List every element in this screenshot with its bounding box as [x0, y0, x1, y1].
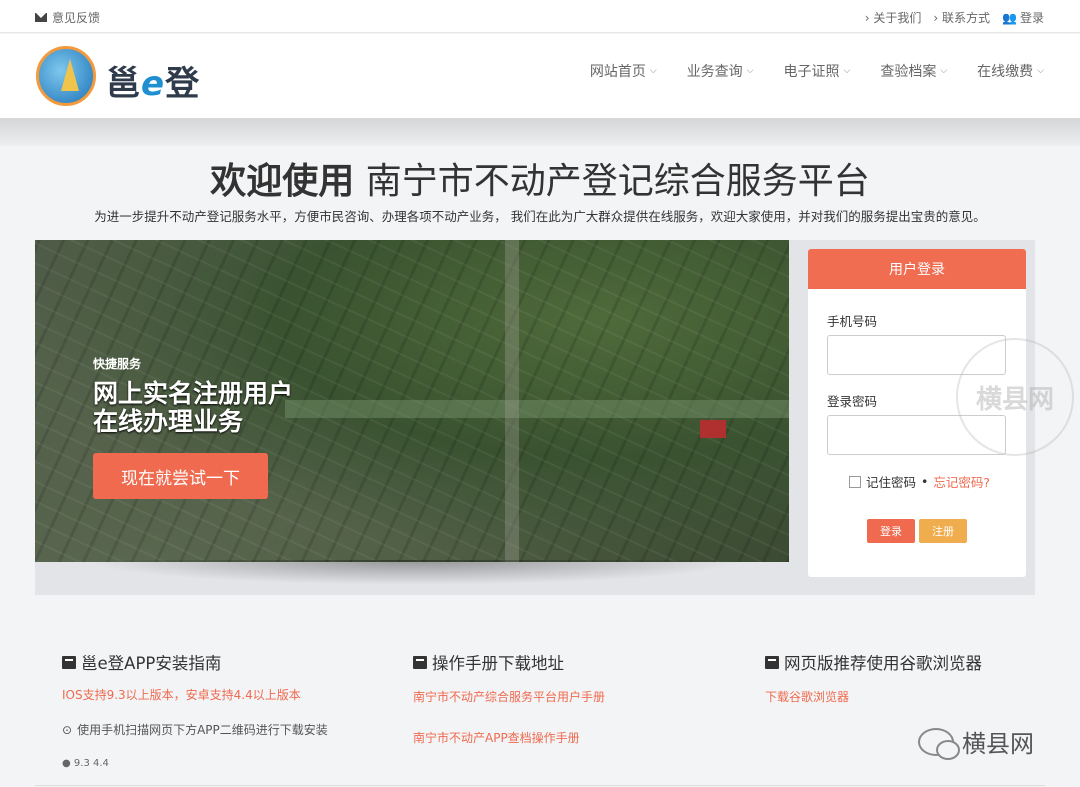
separator-dot: •: [921, 474, 929, 489]
chevron-down-icon: ⌵: [1037, 66, 1044, 76]
main-nav: 网站首页 ⌵ 业务查询 ⌵ 电子证照 ⌵ 查验档案 ⌵ 在线缴费 ⌵: [590, 61, 1044, 81]
header-shadow: [0, 118, 1080, 146]
browser-title: 网页版推荐使用谷歌浏览器: [765, 650, 982, 674]
chevron-down-icon: ⌵: [940, 66, 948, 76]
scan-hint: ⊙ 使用手机扫描网页下方APP二维码进行下载安装: [62, 722, 328, 738]
logo-wordmark: 邕e登: [106, 64, 201, 104]
banner-shadow: [85, 560, 745, 585]
manual-column: 操作手册下载地址 南宁市不动产综合服务平台用户手册 南宁市不动产APP查档操作手…: [413, 650, 605, 746]
feedback-link[interactable]: 意见反馈: [35, 9, 100, 26]
nav-business-query[interactable]: 业务查询 ⌵: [687, 61, 754, 81]
remember-label: 记住密码: [866, 475, 917, 490]
envelope-icon: [35, 13, 47, 22]
banner-headline: 网上实名注册用户 在线办理业务: [93, 379, 294, 436]
browser-column: 网页版推荐使用谷歌浏览器 下载谷歌浏览器: [765, 650, 982, 705]
app-guide-column: 邕e登APP安装指南 IOS支持9.3以上版本，安卓支持4.4以上版本 ⊙ 使用…: [62, 650, 328, 769]
version-note: IOS支持9.3以上版本，安卓支持4.4以上版本: [62, 688, 301, 702]
remember-checkbox[interactable]: [849, 475, 861, 488]
quick-service-label: 快捷服务: [93, 357, 142, 371]
nav-e-certificate[interactable]: 电子证照 ⌵: [784, 61, 851, 81]
chevron-down-icon: ⌵: [843, 66, 851, 76]
chevron-down-icon: ⌵: [649, 66, 657, 76]
about-link[interactable]: › 关于我们: [865, 9, 922, 26]
nav-archive-check[interactable]: 查验档案 ⌵: [880, 61, 947, 81]
try-now-button[interactable]: 现在就尝试一下: [93, 453, 268, 499]
password-label: 登录密码: [827, 394, 878, 409]
app-guide-title: 邕e登APP安装指南: [62, 650, 328, 674]
feedback-label: 意见反馈: [52, 11, 101, 25]
contact-link[interactable]: › 联系方式: [933, 9, 990, 26]
circle-arrow-icon: ⊙: [62, 722, 73, 737]
map-road: [505, 240, 519, 562]
nav-online-payment[interactable]: 在线缴费 ⌵: [977, 61, 1044, 81]
phone-label: 手机号码: [827, 314, 878, 329]
top-strip: 意见反馈 › 关于我们 › 联系方式 👥 登录: [0, 0, 1080, 33]
chevron-down-icon: ⌵: [746, 66, 754, 76]
wechat-icon: [918, 727, 960, 760]
divider: [35, 785, 1045, 786]
apple-android-icon: ●: [62, 758, 71, 769]
app-manual-link[interactable]: 南宁市不动产APP查档操作手册: [413, 729, 605, 746]
nav-home[interactable]: 网站首页 ⌵: [590, 61, 657, 81]
site-header: 邕e登 网站首页 ⌵ 业务查询 ⌵ 电子证照 ⌵ 查验档案 ⌵ 在线缴费 ⌵: [0, 34, 1080, 118]
manual-title: 操作手册下载地址: [413, 650, 605, 674]
page-title: 欢迎使用 南宁市不动产登记综合服务平台: [210, 161, 870, 202]
site-logo[interactable]: 邕e登: [36, 42, 226, 110]
user-manual-link[interactable]: 南宁市不动产综合服务平台用户手册: [413, 688, 605, 705]
book-icon: [413, 655, 427, 669]
forgot-password-link[interactable]: 忘记密码?: [933, 472, 990, 491]
book-icon: [62, 655, 76, 669]
map-road: [285, 400, 789, 418]
top-login-link[interactable]: 👥 登录: [1002, 9, 1044, 26]
book-icon: [765, 655, 779, 669]
watermark-stamp: 横县网: [956, 338, 1074, 456]
map-building: [700, 420, 726, 438]
globe-logo-icon: [36, 46, 96, 106]
page-subtitle: 为进一步提升不动产登记服务水平，方便市民咨询、办理各项不动产业务， 我们在此为广…: [94, 209, 986, 224]
remember-row: 记住密码 • 忘记密码?: [849, 472, 990, 491]
version-badges: ● 9.3 4.4: [62, 758, 109, 769]
download-chrome-link[interactable]: 下载谷歌浏览器: [765, 688, 982, 705]
login-button[interactable]: 登录: [867, 519, 915, 543]
users-icon: 👥: [1002, 10, 1017, 25]
login-header: 用户登录: [808, 249, 1026, 289]
top-login-label: 登录: [1019, 11, 1044, 25]
register-button[interactable]: 注册: [919, 519, 967, 543]
wechat-watermark: 横县网: [918, 724, 1034, 760]
